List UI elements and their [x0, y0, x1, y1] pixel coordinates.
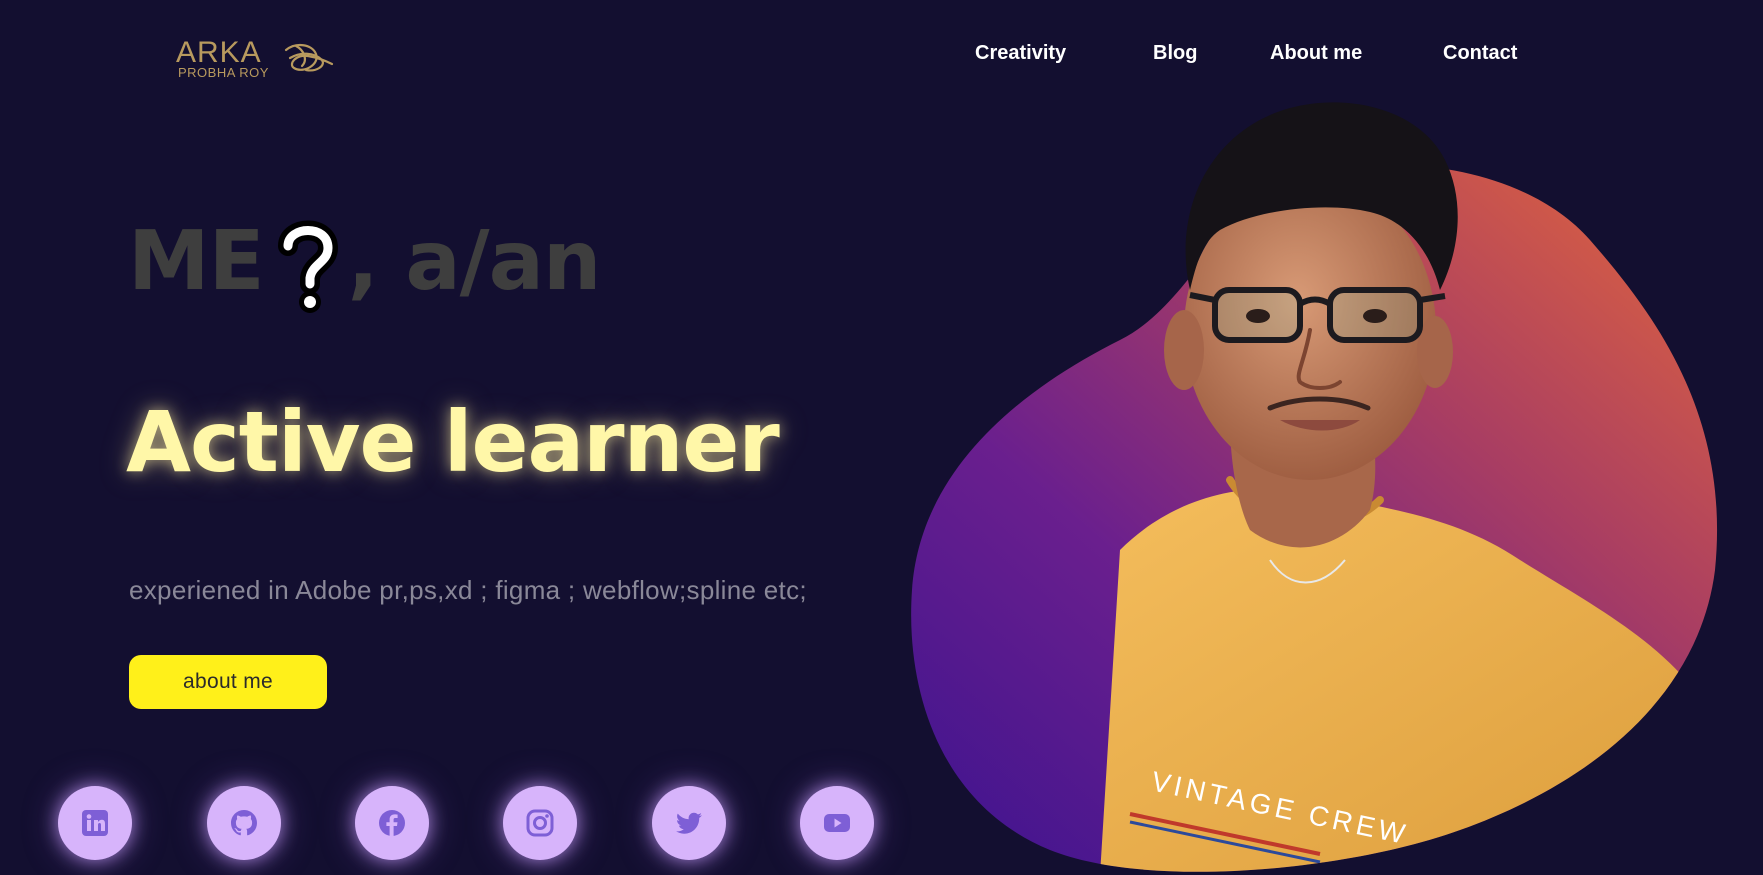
twitter-link[interactable] — [652, 786, 726, 860]
nav-item-contact[interactable]: Contact — [1443, 40, 1517, 66]
facebook-link[interactable] — [355, 786, 429, 860]
twitter-icon — [676, 812, 702, 834]
nav-item-creativity[interactable]: Creativity — [975, 40, 1066, 66]
facebook-icon — [379, 810, 405, 836]
intro-suffix: , a/an — [347, 214, 602, 309]
github-link[interactable] — [207, 786, 281, 860]
hero-intro: ME , a/an — [128, 212, 602, 313]
github-icon — [231, 810, 257, 836]
linkedin-link[interactable] — [58, 786, 132, 860]
nav-item-blog[interactable]: Blog — [1153, 40, 1197, 66]
experience-text: experiened in Adobe pr,ps,xd ; figma ; w… — [129, 575, 807, 605]
instagram-icon — [526, 809, 554, 837]
hero-role: Active learner — [126, 393, 780, 491]
portrait-image: VINTAGE CREW — [900, 90, 1763, 875]
youtube-link[interactable] — [800, 786, 874, 860]
nav-item-about-me[interactable]: About me — [1270, 40, 1362, 66]
intro-prefix: ME — [128, 214, 265, 309]
portrait-illustration: VINTAGE CREW — [911, 102, 1718, 872]
instagram-link[interactable] — [503, 786, 577, 860]
linkedin-icon — [82, 810, 108, 836]
main-nav: Creativity Blog About me Contact — [0, 40, 1763, 70]
youtube-icon — [824, 814, 850, 832]
about-me-button[interactable]: about me — [129, 655, 327, 709]
page: ARKA PROBHA ROY Creativity Blog About me… — [0, 0, 1763, 875]
question-mark-icon — [277, 220, 338, 313]
